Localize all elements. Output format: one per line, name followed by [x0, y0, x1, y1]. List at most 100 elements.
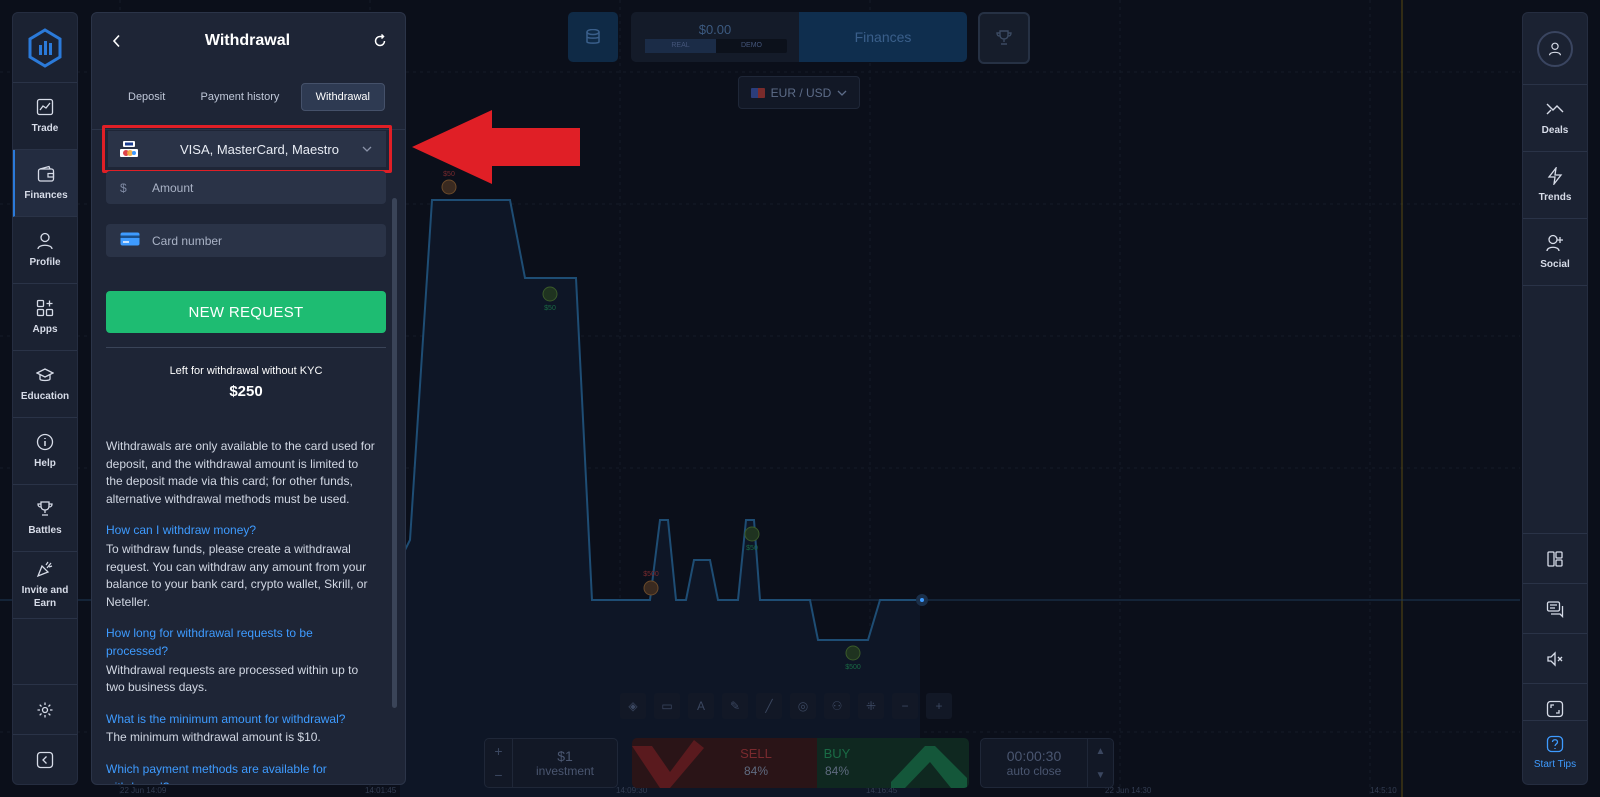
plus-icon[interactable]: + [494, 743, 502, 759]
faq-question[interactable]: How can I withdraw money? [106, 522, 378, 540]
sidebar-item-trends[interactable]: Trends [1523, 152, 1587, 219]
pencil-icon[interactable]: ✎ [722, 693, 748, 719]
database-button[interactable] [568, 12, 618, 62]
zoom-out-icon[interactable]: − [892, 693, 918, 719]
time-label: 22 Jun 14:09 [120, 786, 167, 795]
buy-button[interactable]: BUY 84% [817, 738, 969, 788]
sidebar-item-social[interactable]: Social [1523, 219, 1587, 286]
settings-button[interactable] [13, 684, 77, 734]
chevron-down-icon [362, 146, 372, 152]
balance-box[interactable]: $0.00 REAL DEMO [631, 12, 799, 62]
faq-question[interactable]: How long for withdrawal requests to be p… [106, 625, 378, 660]
sell-percent: 84% [743, 764, 769, 778]
sidebar-item-apps[interactable]: Apps [13, 284, 77, 351]
new-request-button[interactable]: NEW REQUEST [106, 291, 386, 333]
apps-grid-icon [36, 299, 54, 316]
time-label: 22 Jun 14:30 [1105, 786, 1152, 795]
tab-payment-history[interactable]: Payment history [187, 84, 294, 110]
database-icon [586, 29, 600, 44]
sidebar-item-label: Trends [1538, 191, 1572, 203]
sidebar-item-label: Invite and Earn [21, 585, 69, 609]
trophy-button[interactable] [978, 12, 1030, 64]
add-user-icon [1546, 234, 1563, 251]
sidebar-item-label: Profile [29, 256, 61, 268]
card-number-field[interactable]: Card number [106, 224, 386, 257]
amount-placeholder: Amount [152, 180, 194, 195]
minus-icon[interactable]: − [494, 767, 502, 783]
graduation-cap-icon [36, 367, 54, 381]
logo[interactable] [13, 13, 77, 83]
collapse-left-icon [36, 751, 54, 768]
trophy-icon [37, 500, 53, 516]
account-toggle[interactable]: REAL DEMO [645, 39, 787, 53]
chart-type-icon[interactable]: ▭ [654, 693, 680, 719]
sidebar-item-deals[interactable]: Deals [1523, 85, 1587, 152]
time-label: 14:5:10 [1370, 786, 1397, 795]
payment-method-select[interactable]: VISA, MasterCard, Maestro [108, 131, 386, 167]
investment-label: investment [535, 764, 595, 778]
faq-question[interactable]: What is the minimum amount for withdrawa… [106, 711, 378, 729]
demo-account-option[interactable]: DEMO [716, 39, 787, 53]
layout-button[interactable] [1523, 533, 1587, 583]
back-chevron-icon[interactable] [112, 34, 122, 48]
investment-value[interactable]: $1 [513, 748, 617, 764]
layout-icon [1547, 550, 1563, 567]
start-tips-label: Start Tips [1533, 759, 1577, 770]
wallet-icon [37, 165, 55, 182]
tab-deposit[interactable]: Deposit [114, 84, 179, 110]
refresh-icon[interactable] [373, 34, 387, 48]
sidebar-item-education[interactable]: Education [13, 351, 77, 418]
dollar-prefix: $ [120, 180, 127, 195]
sidebar-item-help[interactable]: Help [13, 418, 77, 485]
user-icon [1548, 42, 1562, 55]
text-tool-icon[interactable]: A [688, 693, 714, 719]
chevron-down-icon[interactable]: ▼ [1096, 770, 1106, 781]
right-sidebar: Deals Trends Social Start Tips [1522, 12, 1588, 785]
trade-marker: $500 [643, 571, 659, 596]
collapse-sidebar-button[interactable] [13, 734, 77, 784]
sell-arrow-icon [632, 740, 704, 788]
drawing-toolbar: ◈ ▭ A ✎ ╱ ◎ ⚇ ⁜ − + [620, 692, 980, 720]
trade-marker: $50 [542, 286, 558, 312]
sidebar-item-profile[interactable]: Profile [13, 217, 77, 284]
finances-button[interactable]: Finances [799, 12, 967, 62]
info-icon [36, 433, 54, 450]
asset-name: EUR / USD [770, 85, 832, 100]
tab-withdrawal[interactable]: Withdrawal [300, 83, 385, 111]
sidebar-item-invite[interactable]: Invite and Earn [13, 552, 77, 619]
zoom-in-icon[interactable]: + [926, 693, 952, 719]
faq-answer: To withdraw funds, please create a withd… [106, 541, 368, 609]
chevron-up-icon[interactable]: ▲ [1096, 746, 1106, 757]
faq-question[interactable]: Which payment methods are available for … [106, 761, 378, 784]
payment-method-highlight: VISA, MasterCard, Maestro [102, 125, 392, 173]
time-label: 14:01:45 [365, 786, 397, 795]
avatar[interactable] [1537, 30, 1573, 67]
sidebar-item-label: Deals [1541, 124, 1569, 136]
start-tips-button[interactable]: Start Tips [1523, 720, 1587, 784]
sell-label: SELL [740, 746, 772, 761]
timer-value[interactable]: 00:00:30 [981, 748, 1087, 764]
indicator-tool-icon[interactable]: ◈ [620, 693, 646, 719]
user-tool-icon[interactable]: ⚇ [824, 693, 850, 719]
grid-tool-icon[interactable]: ⁜ [858, 693, 884, 719]
panel-scrollbar[interactable] [392, 198, 397, 708]
chat-button[interactable] [1523, 583, 1587, 633]
sidebar-item-label: Trade [31, 122, 59, 134]
svg-text:$500: $500 [845, 664, 861, 671]
sidebar-item-battles[interactable]: Battles [13, 485, 77, 552]
sidebar-item-label: Finances [24, 189, 68, 201]
sidebar-item-label: Battles [28, 524, 62, 536]
sidebar-item-trade[interactable]: Trade [13, 83, 77, 150]
faq-answer: The minimum withdrawal amount is $10. [106, 730, 321, 745]
user-icon [37, 232, 53, 249]
line-tool-icon[interactable]: ╱ [756, 693, 782, 719]
fullscreen-icon [1546, 700, 1564, 717]
asset-selector[interactable]: EUR / USD [738, 76, 860, 109]
sidebar-item-finances[interactable]: Finances [13, 150, 77, 217]
sound-button[interactable] [1523, 633, 1587, 683]
crosshair-icon[interactable]: ◎ [790, 693, 816, 719]
investment-box: + − $1 investment [484, 738, 618, 788]
gear-icon [37, 702, 53, 717]
amount-field[interactable]: $ Amount [106, 171, 386, 204]
real-account-option[interactable]: REAL [645, 39, 716, 53]
